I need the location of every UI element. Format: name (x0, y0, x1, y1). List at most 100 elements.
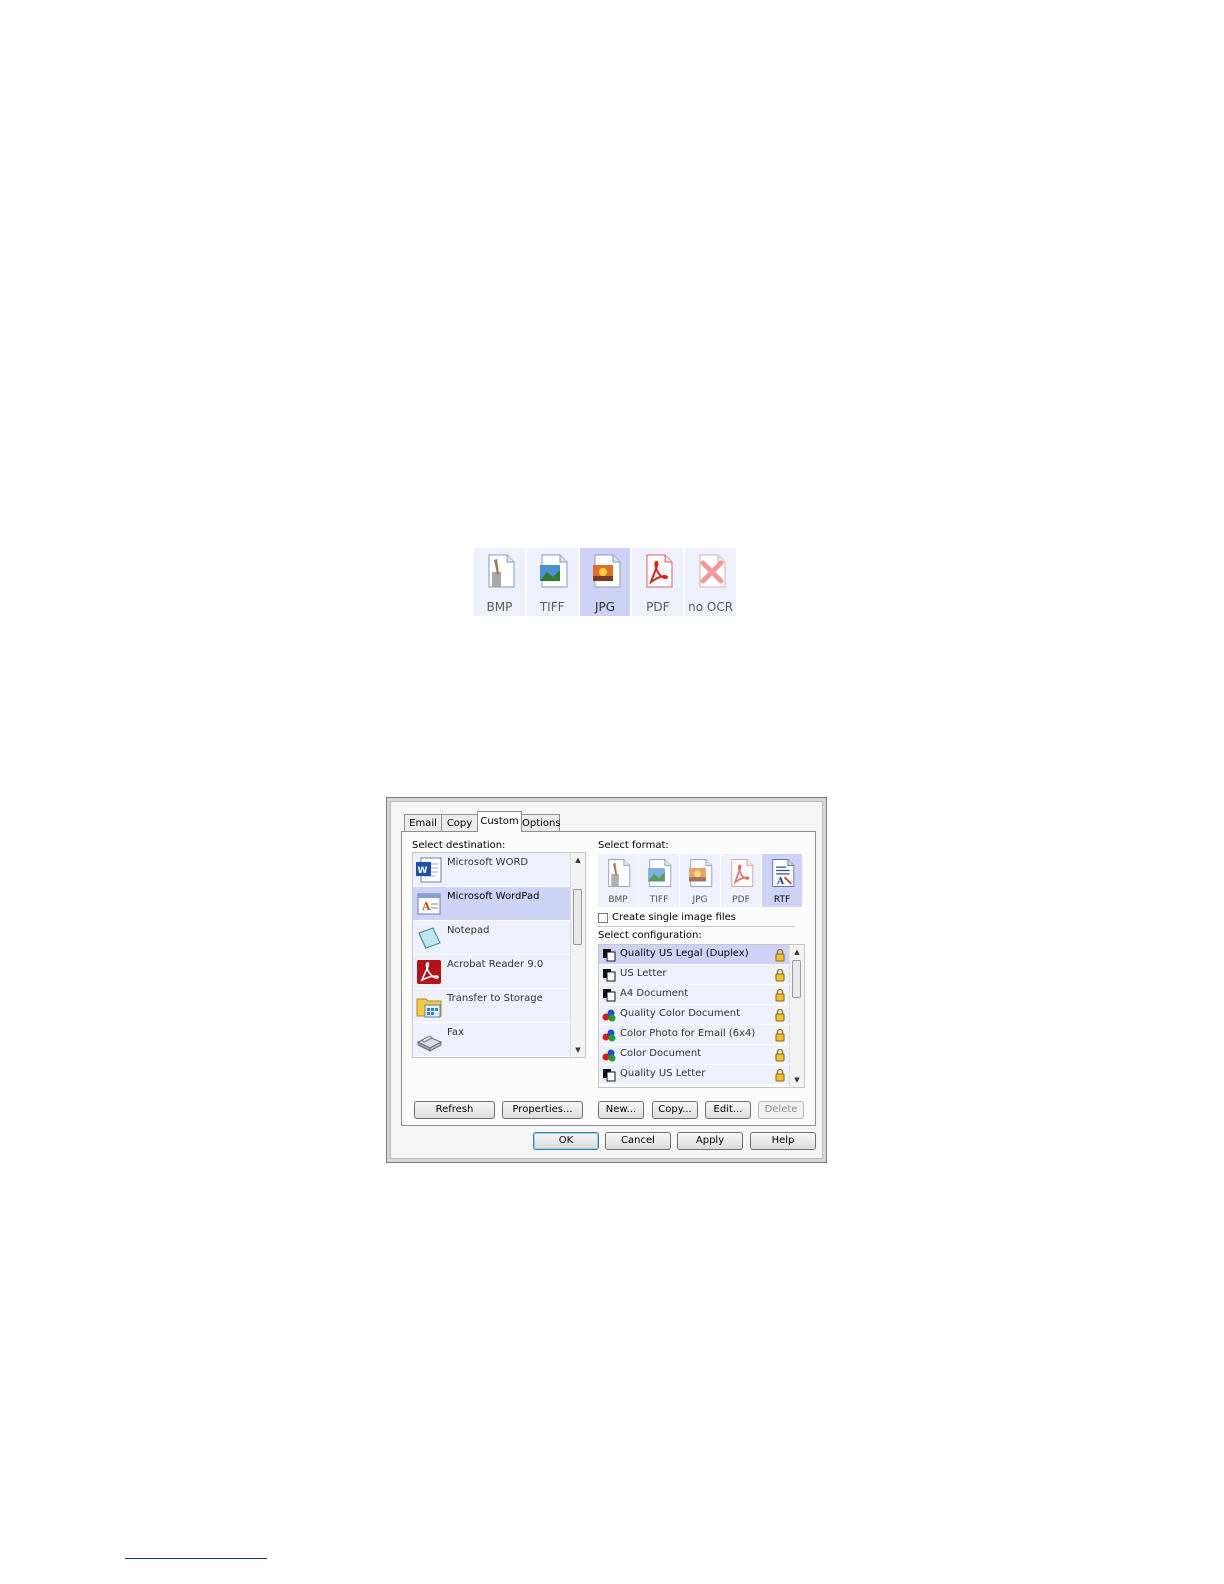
format-tiff[interactable]: TIFF (639, 854, 679, 907)
config-name: A4 Document (620, 988, 689, 999)
format-label: no OCR (688, 600, 734, 614)
custom-tab-panel: Select destination: W Microsoft WORD A M… (401, 831, 816, 1126)
pdf-format-icon (731, 859, 754, 887)
properties-button[interactable]: Properties... (502, 1101, 583, 1119)
color-document-icon (602, 1029, 616, 1042)
fax-icon (416, 1035, 443, 1052)
config-item[interactable]: Quality Color Document (599, 1005, 789, 1025)
format-label: BMP (608, 895, 628, 905)
config-item[interactable]: A4 Document (599, 985, 789, 1005)
word-icon: W (416, 857, 442, 883)
format-jpg[interactable]: JPG (680, 854, 720, 907)
storage-folder-icon (416, 998, 442, 1018)
configuration-scrollbar[interactable]: ▲ ▼ (789, 945, 804, 1087)
format-bmp[interactable]: BMP (598, 854, 638, 907)
config-name: Quality Color Document (620, 1008, 741, 1019)
bmp-format-icon (488, 554, 515, 588)
format-label: JPG (594, 600, 616, 614)
tab-custom[interactable]: Custom (477, 811, 522, 832)
lock-icon (775, 988, 785, 1002)
edit-button[interactable]: Edit... (705, 1101, 751, 1119)
bw-document-icon (603, 949, 616, 962)
bmp-format-icon (608, 859, 631, 887)
destination-name: Microsoft WORD (447, 857, 529, 868)
new-button[interactable]: New... (598, 1101, 644, 1119)
destination-name: Fax (447, 1027, 464, 1038)
destination-item-wordpad[interactable]: A Microsoft WordPad (413, 887, 572, 921)
tiff-format-icon (648, 859, 672, 887)
bw-document-icon (603, 989, 616, 1002)
tab-email[interactable]: Email (404, 814, 442, 831)
svg-text:W: W (418, 866, 428, 876)
wordpad-icon: A (417, 893, 441, 915)
dialog-body: Email Copy Custom Options Select destina… (390, 801, 823, 1159)
format-bmp[interactable]: BMP (474, 548, 525, 616)
format-strip: BMP TIFF JPG PDF no OCR (474, 548, 736, 616)
scanner-properties-dialog: Email Copy Custom Options Select destina… (386, 797, 827, 1163)
create-single-image-checkbox[interactable] (598, 913, 608, 923)
format-label: PDF (646, 600, 670, 614)
destination-item-word[interactable]: W Microsoft WORD (413, 853, 572, 887)
scroll-down-icon[interactable]: ▼ (790, 1073, 804, 1087)
tab-options[interactable]: Options (521, 814, 561, 831)
config-item[interactable]: Quality US Legal (Duplex) (599, 945, 789, 965)
ok-button[interactable]: OK (533, 1132, 599, 1150)
configuration-list[interactable]: Quality US Legal (Duplex) US Letter A4 D… (598, 944, 805, 1088)
format-label: TIFF (649, 895, 669, 905)
tab-copy[interactable]: Copy (441, 814, 478, 831)
format-tiff[interactable]: TIFF (526, 548, 578, 616)
lock-icon (775, 968, 785, 982)
scroll-thumb[interactable] (573, 889, 582, 945)
scroll-down-icon[interactable]: ▼ (571, 1043, 585, 1057)
config-name: Quality US Legal (Duplex) (620, 948, 749, 959)
delete-button[interactable]: Delete (758, 1101, 804, 1119)
destination-item-storage[interactable]: Transfer to Storage (413, 989, 572, 1023)
notepad-icon (418, 927, 441, 950)
destination-scrollbar[interactable]: ▲ ▼ (570, 853, 585, 1057)
lock-icon (775, 1028, 785, 1042)
lock-icon (775, 1048, 785, 1062)
config-item[interactable]: Color Document (599, 1045, 789, 1065)
format-no-ocr[interactable]: no OCR (685, 548, 736, 616)
destination-name: Microsoft WordPad (447, 891, 540, 902)
copy-button[interactable]: Copy... (652, 1101, 698, 1119)
config-item[interactable]: US Letter (599, 965, 789, 985)
create-single-image-label: Create single image files (612, 912, 736, 923)
config-item[interactable]: Color Photo for Email (6x4) (599, 1025, 789, 1045)
refresh-button[interactable]: Refresh (414, 1101, 495, 1119)
format-selector: BMP TIFF JPG PDF A RTF (598, 854, 803, 907)
scroll-up-icon[interactable]: ▲ (571, 853, 585, 867)
color-document-icon (602, 1009, 616, 1022)
scroll-thumb[interactable] (792, 960, 801, 998)
format-pdf[interactable]: PDF (721, 854, 761, 907)
config-name: Quality US Letter (620, 1068, 706, 1079)
cancel-button[interactable]: Cancel (605, 1132, 671, 1150)
tiff-format-icon (539, 554, 568, 588)
destination-name: Notepad (447, 925, 490, 936)
config-item[interactable]: Quality US Letter (599, 1065, 789, 1085)
jpg-format-icon (689, 859, 713, 887)
apply-button[interactable]: Apply (677, 1132, 743, 1150)
destination-item-fax[interactable]: Fax (413, 1023, 572, 1057)
color-document-icon (602, 1049, 616, 1062)
bw-document-icon (603, 969, 616, 982)
scroll-up-icon[interactable]: ▲ (790, 945, 804, 959)
format-jpg[interactable]: JPG (579, 548, 631, 616)
format-pdf[interactable]: PDF (632, 548, 684, 616)
config-name: Color Document (620, 1048, 702, 1059)
bw-document-icon (603, 1069, 616, 1082)
jpg-format-icon (592, 554, 621, 588)
svg-text:A: A (776, 876, 785, 887)
no-ocr-icon (699, 554, 726, 588)
help-button[interactable]: Help (750, 1132, 816, 1150)
config-name: US Letter (620, 968, 667, 979)
format-label: BMP (486, 600, 513, 614)
format-rtf[interactable]: A RTF (762, 854, 802, 907)
footnote-rule (125, 1558, 267, 1559)
config-name: Color Photo for Email (6x4) (620, 1028, 756, 1039)
destination-item-notepad[interactable]: Notepad (413, 921, 572, 955)
format-label: PDF (732, 895, 750, 905)
destination-item-acrobat[interactable]: Acrobat Reader 9.0 (413, 955, 572, 989)
select-configuration-label: Select configuration: (598, 930, 702, 941)
destination-list[interactable]: W Microsoft WORD A Microsoft WordPad Not… (412, 852, 586, 1058)
